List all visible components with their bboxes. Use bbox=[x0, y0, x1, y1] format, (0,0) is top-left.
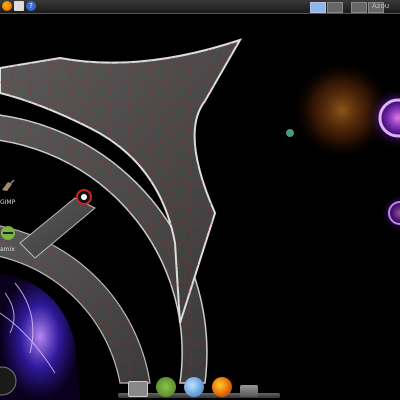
android-icon[interactable] bbox=[156, 377, 176, 397]
firefox-icon[interactable] bbox=[2, 1, 12, 11]
mail-icon[interactable] bbox=[14, 1, 24, 11]
desktop-wallpaper bbox=[0, 38, 400, 400]
bird-icon[interactable] bbox=[184, 377, 204, 397]
firefox-icon[interactable] bbox=[212, 377, 232, 397]
desktop-icon-label: amix bbox=[0, 246, 15, 253]
top-panel: ? Azou bbox=[0, 0, 400, 14]
desktop-icon-label: GIMP bbox=[0, 199, 16, 206]
trash-icon[interactable] bbox=[240, 385, 258, 397]
workspace-3[interactable] bbox=[351, 2, 367, 13]
workspace-1[interactable] bbox=[310, 2, 326, 13]
dock bbox=[128, 373, 274, 397]
desktop-icon-amix[interactable]: amix bbox=[0, 225, 24, 253]
android-icon bbox=[1, 226, 15, 240]
gimp-icon bbox=[2, 179, 15, 191]
monitor-icon[interactable] bbox=[128, 381, 148, 397]
desktop-icon-gimp[interactable]: GIMP bbox=[0, 178, 24, 206]
help-icon[interactable]: ? bbox=[26, 1, 36, 11]
workspace-2[interactable] bbox=[327, 2, 343, 13]
user-name[interactable]: Azou bbox=[372, 1, 389, 12]
